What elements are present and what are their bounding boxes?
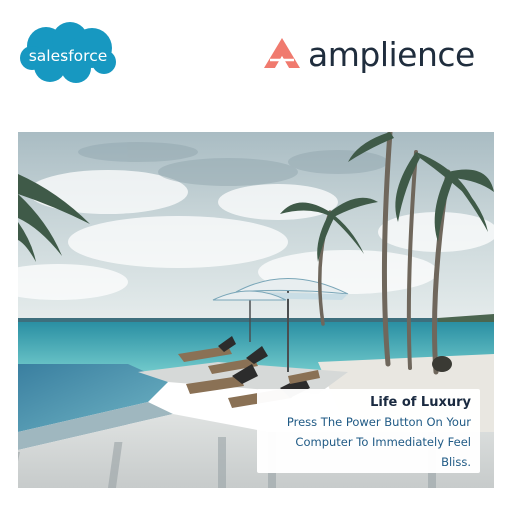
caption-body: Press The Power Button On Your Computer … [286,415,471,469]
salesforce-logo: salesforce [18,18,118,88]
hero-caption-card: Life of Luxury Press The Power Button On… [257,389,480,473]
amplience-mark-icon [264,38,300,68]
amplience-wordmark: amplience [308,34,475,74]
amplience-logo: amplience [262,32,475,76]
caption-title: Life of Luxury [370,395,471,410]
salesforce-wordmark: salesforce [29,47,108,65]
salesforce-cloud-icon: salesforce [20,22,116,83]
